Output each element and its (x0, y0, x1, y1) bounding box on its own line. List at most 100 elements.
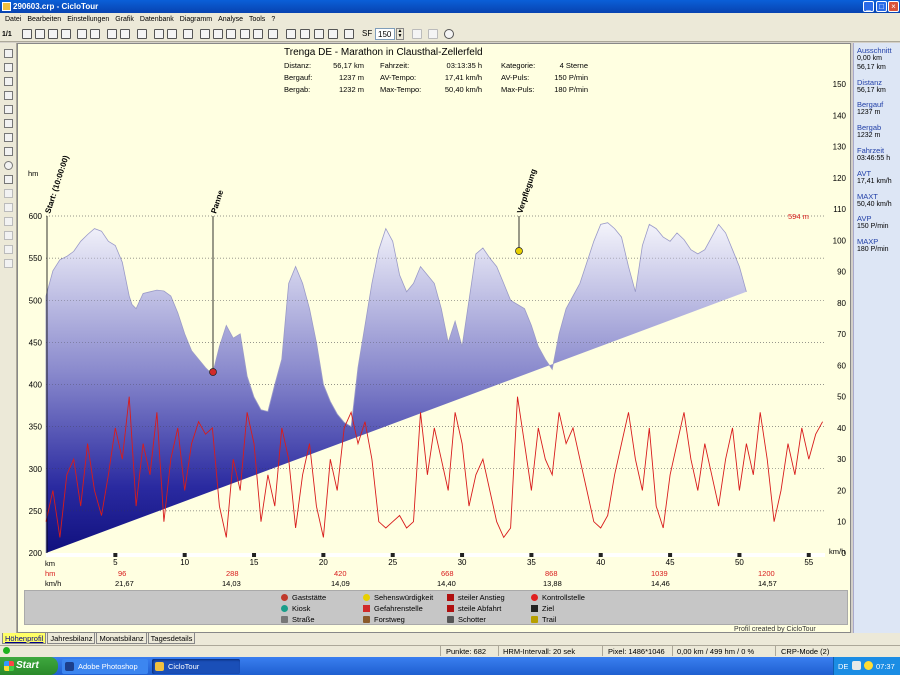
tab-hoehenprofil[interactable]: Höhenprofil (2, 633, 47, 644)
disabled-tool-icon[interactable] (4, 217, 13, 226)
status-pixel: Pixel: 1486*1046 (608, 647, 665, 656)
y-right-tick-label: 80 (837, 299, 846, 308)
profile-credit: Profil created by CicloTour (734, 626, 816, 633)
select-tool-icon[interactable] (4, 49, 13, 58)
summary-value: 180 P/min (857, 246, 889, 253)
menu-einstellungen[interactable]: Einstellungen (64, 16, 112, 23)
disabled-tool-icon[interactable] (4, 189, 13, 198)
measure-tool-icon[interactable] (4, 133, 13, 142)
y-right-tick-label: 40 (837, 424, 846, 433)
menu-grafik[interactable]: Grafik (112, 16, 137, 23)
menu-datenbank[interactable]: Datenbank (137, 16, 177, 23)
chart-canvas[interactable]: 5 10 15 20 25 30 35 40 45 50 55 200 250 300 350 400 450… (17, 43, 851, 633)
keyboard-icon[interactable] (344, 29, 354, 39)
y-axis-left-unit: hm (28, 169, 39, 178)
title-bar: 290603.crp - CicloTour (0, 0, 900, 13)
stat-value: 150 P/min (554, 73, 588, 82)
menu-datei[interactable]: Datei (2, 16, 24, 23)
photoshop-icon (65, 662, 74, 671)
sf-spinner[interactable]: ▲ ▼ (396, 28, 404, 40)
minus-icon[interactable] (328, 29, 338, 39)
clock-icon[interactable] (300, 29, 310, 39)
chart-icon[interactable] (213, 29, 223, 39)
arrow-left-icon[interactable] (412, 29, 422, 39)
stat-value: 180 P/min (554, 85, 588, 94)
pin-icon[interactable] (61, 29, 71, 39)
status-led-icon (3, 647, 10, 654)
menu-analyse[interactable]: Analyse (215, 16, 246, 23)
hm-row-value: 420 (334, 569, 347, 578)
open-folder-icon[interactable] (48, 29, 58, 39)
y-left-tick-label: 500 (29, 296, 43, 305)
disabled-tool-icon[interactable] (4, 259, 13, 268)
book-tool-icon[interactable] (4, 175, 13, 184)
disabled-tool-icon[interactable] (4, 203, 13, 212)
language-indicator[interactable]: DE (838, 662, 848, 671)
bulb-icon[interactable] (183, 29, 193, 39)
menu-diagramm[interactable]: Diagramm (177, 16, 215, 23)
steep-climb-icon (447, 594, 454, 601)
clock: 07:37 (876, 662, 895, 671)
refresh-icon[interactable] (444, 29, 454, 39)
app-window: 290603.crp - CicloTour _ □ × Datei Bearb… (0, 0, 900, 675)
tab-jahresbilanz[interactable]: Jahresbilanz (47, 633, 96, 644)
new-file-icon[interactable] (22, 29, 32, 39)
eraser-icon[interactable] (268, 29, 278, 39)
kmh-row-value: 14,09 (331, 579, 350, 588)
x-tick-label: 40 (596, 558, 605, 567)
forest-road-icon (363, 616, 370, 623)
legend: Gaststätte Kiosk Straße Sehenswürdigkeit… (24, 590, 848, 625)
stat-value: 1237 m (338, 73, 364, 82)
close-button[interactable]: × (888, 1, 899, 12)
magnify-icon[interactable] (167, 29, 177, 39)
tab-monatsbilanz[interactable]: Monatsbilanz (96, 633, 147, 644)
max-elevation-label: 594 m (788, 212, 809, 221)
sf-input[interactable] (375, 28, 395, 40)
map-tool-icon[interactable] (4, 105, 13, 114)
elevation-area (45, 222, 747, 553)
task-ciclotour[interactable]: CicloTour (152, 659, 240, 674)
y-axis-right-ticks: 0102030405060708090100110120130140150 (833, 80, 847, 558)
disabled-tool-icon[interactable] (4, 245, 13, 254)
zoom-tool-icon[interactable] (4, 91, 13, 100)
minimize-button[interactable]: _ (863, 1, 874, 12)
x-tick-label: 55 (804, 558, 813, 567)
calendar-icon[interactable] (286, 29, 296, 39)
target-icon[interactable] (314, 29, 324, 39)
globe-tool-icon[interactable] (4, 161, 13, 170)
document-icon[interactable] (137, 29, 147, 39)
legend-item: Schotter (447, 615, 486, 624)
tandem-icon[interactable] (253, 29, 263, 39)
save-icon[interactable] (35, 29, 45, 39)
grid-icon[interactable] (120, 29, 130, 39)
task-photoshop[interactable]: Adobe Photoshop (62, 659, 148, 674)
disabled-tool-icon[interactable] (4, 231, 13, 240)
stat-value: 03:13:35 h (446, 61, 482, 70)
hm-row-value: 668 (441, 569, 454, 578)
print-icon[interactable] (90, 29, 100, 39)
menu-tools[interactable]: Tools (246, 16, 268, 23)
window-tool-icon[interactable] (4, 77, 13, 86)
edit-tool-icon[interactable] (4, 63, 13, 72)
bicycle-icon[interactable] (240, 29, 250, 39)
y-right-tick-label: 90 (837, 268, 846, 277)
profile-tool-icon[interactable] (4, 119, 13, 128)
table-icon[interactable] (107, 29, 117, 39)
maximize-button[interactable]: □ (876, 1, 887, 12)
ruler-tool-icon[interactable] (4, 147, 13, 156)
page-counter: 1/1 (2, 31, 12, 38)
tray-network-icon[interactable] (864, 661, 873, 670)
calculator-icon[interactable] (200, 29, 210, 39)
row-label-kmh: km/h (45, 579, 62, 588)
tab-tagesdetails[interactable]: Tagesdetails (147, 633, 196, 644)
menu-bearbeiten[interactable]: Bearbeiten (24, 16, 64, 23)
find-icon[interactable] (154, 29, 164, 39)
kmh-row-value: 21,67 (115, 579, 134, 588)
copy-icon[interactable] (77, 29, 87, 39)
tray-app-icon[interactable] (852, 661, 861, 670)
x-tick-mark (737, 553, 742, 557)
stat-label: Fahrzeit: (380, 61, 410, 70)
arrow-right-icon[interactable] (428, 29, 438, 39)
menu-help[interactable]: ? (268, 16, 278, 23)
mountain-icon[interactable] (226, 29, 236, 39)
